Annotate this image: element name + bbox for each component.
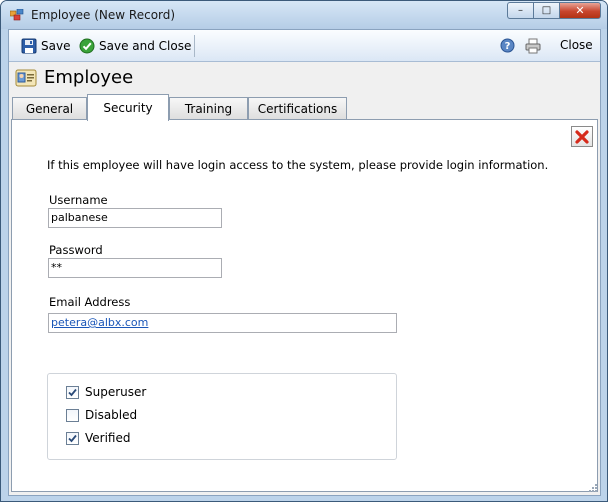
maximize-button[interactable]: □ xyxy=(533,2,559,19)
print-icon xyxy=(525,38,541,54)
close-button[interactable]: Close xyxy=(560,38,593,52)
close-icon: ✕ xyxy=(575,4,585,17)
verified-checkbox-row[interactable]: Verified xyxy=(66,431,131,445)
tab-label: Security xyxy=(103,101,153,115)
verified-label: Verified xyxy=(85,431,131,445)
superuser-label: Superuser xyxy=(85,385,147,399)
print-button[interactable] xyxy=(525,38,541,54)
close-label: Close xyxy=(560,38,593,52)
tab-security[interactable]: Security xyxy=(87,94,169,121)
email-label: Email Address xyxy=(49,295,131,309)
delete-button[interactable] xyxy=(571,126,593,147)
disabled-checkbox-row[interactable]: Disabled xyxy=(66,408,137,422)
save-button[interactable]: Save xyxy=(21,38,70,54)
username-field[interactable]: palbanese xyxy=(48,208,222,228)
instructions-text: If this employee will have login access … xyxy=(47,158,549,172)
save-and-close-icon xyxy=(79,38,95,54)
app-icon xyxy=(10,9,24,21)
help-icon: ? xyxy=(500,38,515,53)
client-area: Save Save and Close ? Close Employee Gen… xyxy=(8,29,601,496)
checkmark-icon xyxy=(68,434,77,442)
tab-certifications[interactable]: Certifications xyxy=(248,97,347,119)
tab-label: Training xyxy=(184,101,233,116)
save-icon xyxy=(21,38,37,54)
help-button[interactable]: ? xyxy=(500,38,515,53)
superuser-checkbox-row[interactable]: Superuser xyxy=(66,385,146,399)
email-field[interactable]: petera@albx.com xyxy=(48,313,397,333)
employee-window: Employee (New Record) – □ ✕ Save Save an… xyxy=(0,0,608,502)
account-options-group: Superuser Disabled Verified xyxy=(47,373,397,460)
delete-icon xyxy=(575,129,589,144)
window-controls: – □ ✕ xyxy=(507,2,601,19)
disabled-checkbox[interactable] xyxy=(66,408,79,422)
tab-label: General xyxy=(25,101,74,116)
verified-checkbox[interactable] xyxy=(66,431,79,445)
tab-label: Certifications xyxy=(257,101,338,116)
superuser-checkbox[interactable] xyxy=(66,385,79,399)
security-tab-page: If this employee will have login access … xyxy=(11,119,598,492)
resize-grip-icon[interactable] xyxy=(588,483,598,493)
tab-strip: General Security Training Certifications xyxy=(11,94,599,121)
save-and-close-button[interactable]: Save and Close xyxy=(79,38,191,54)
form-header: Employee xyxy=(9,63,600,93)
svg-text:?: ? xyxy=(505,41,511,52)
close-window-button[interactable]: ✕ xyxy=(559,2,601,19)
title-bar[interactable]: Employee (New Record) – □ ✕ xyxy=(1,1,607,29)
employee-icon xyxy=(15,69,37,87)
save-and-close-label: Save and Close xyxy=(99,39,192,53)
minimize-icon: – xyxy=(518,4,523,16)
password-field[interactable]: ** xyxy=(48,258,222,278)
minimize-button[interactable]: – xyxy=(507,2,533,19)
maximize-icon: □ xyxy=(541,4,552,16)
email-link[interactable]: petera@albx.com xyxy=(51,316,148,329)
toolbar: Save Save and Close ? Close xyxy=(9,30,600,62)
tab-general[interactable]: General xyxy=(12,97,87,119)
toolbar-separator xyxy=(194,35,195,57)
checkmark-icon xyxy=(68,388,77,396)
window-title: Employee (New Record) xyxy=(31,8,176,22)
disabled-label: Disabled xyxy=(85,408,138,422)
form-title: Employee xyxy=(44,67,134,88)
save-label: Save xyxy=(41,39,71,53)
password-label: Password xyxy=(49,243,103,257)
tab-training[interactable]: Training xyxy=(169,97,248,119)
username-label: Username xyxy=(49,193,108,207)
